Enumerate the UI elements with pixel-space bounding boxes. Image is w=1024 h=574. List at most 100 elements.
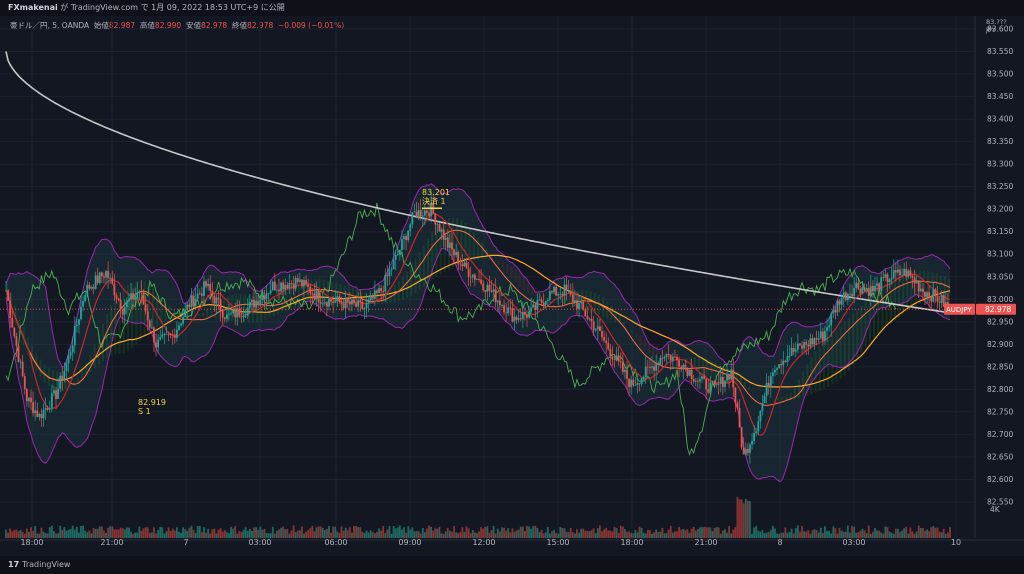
candle-body	[874, 285, 876, 292]
volume-bar	[313, 531, 316, 538]
candle-body	[871, 285, 874, 292]
volume-bar	[467, 528, 470, 538]
candle-body	[92, 286, 95, 289]
candle-body	[319, 301, 322, 304]
volume-bar	[446, 527, 449, 538]
volume-bar	[715, 526, 718, 538]
candle-body	[292, 283, 295, 289]
candle-body	[419, 210, 422, 217]
candle-body	[546, 299, 549, 301]
low-marker-label: S 1	[138, 407, 151, 416]
candle-body	[857, 282, 860, 289]
volume-bar	[721, 530, 724, 538]
candle-body	[576, 300, 578, 309]
candle-body	[5, 290, 7, 292]
candle-body	[574, 300, 576, 303]
candle-body	[601, 330, 603, 338]
volume-bar	[817, 532, 820, 538]
candle-body	[778, 364, 781, 369]
candle-body	[205, 281, 207, 287]
volume-bar	[140, 530, 143, 538]
tradingview-logo-icon[interactable]: 17	[8, 556, 19, 574]
candle-body	[480, 279, 483, 284]
volume-bar	[355, 525, 357, 538]
candle-body	[309, 286, 312, 294]
candle-body	[776, 368, 778, 370]
candle-body	[523, 311, 526, 315]
candle-body	[853, 288, 856, 296]
candle-body	[832, 310, 835, 314]
candle-body	[584, 309, 587, 317]
volume-bar	[786, 532, 789, 538]
candle-body	[471, 274, 474, 278]
candle-body	[869, 285, 872, 296]
volume-bar	[373, 533, 376, 538]
volume-bar	[699, 527, 701, 538]
candle-body	[561, 293, 564, 296]
volume-bar	[119, 527, 122, 538]
volume-bar	[609, 530, 612, 538]
candle-body	[103, 276, 105, 278]
volume-bar	[724, 529, 726, 538]
volume-bar	[211, 529, 214, 538]
time-axis[interactable]: 18:00 21:00 7 03:00 06:00 09:00 12:00 15:00 18:0…	[0, 538, 1024, 547]
candle-body	[182, 317, 185, 324]
candle-body	[469, 276, 472, 278]
candle-body	[849, 293, 851, 295]
price-tag-value: 82.978	[985, 305, 1011, 314]
volume-bar	[203, 527, 205, 538]
volume-bar	[440, 533, 443, 538]
volume-bar	[917, 525, 920, 538]
candle-body	[78, 319, 80, 325]
volume-bar	[944, 533, 947, 538]
candle-body	[34, 410, 37, 414]
candle-body	[515, 316, 518, 320]
candle-body	[790, 347, 793, 356]
volume-bar	[259, 526, 262, 538]
candle-body	[242, 315, 245, 318]
volume-bar	[603, 529, 605, 538]
volume-bar	[540, 529, 543, 538]
volume-bar	[601, 531, 603, 538]
volume-bar	[717, 527, 720, 538]
volume-bar	[551, 531, 553, 538]
volume-bar	[253, 527, 255, 538]
volume-bar	[378, 528, 380, 538]
candle-body	[200, 293, 203, 296]
candle-body	[765, 382, 768, 396]
candle-body	[784, 360, 787, 363]
candle-body	[563, 284, 566, 296]
candle-body	[228, 313, 230, 315]
volume-bar	[471, 530, 474, 538]
publisher-name[interactable]: FXmakenai	[8, 3, 58, 12]
price-chart[interactable]: 83.600 83.550 83.500 83.450 83.400 83.350 83.3…	[0, 16, 1024, 556]
volume-bar	[922, 528, 924, 538]
candle-body	[715, 383, 718, 385]
volume-bar	[613, 526, 616, 538]
candle-body	[284, 284, 287, 290]
volume-bar	[824, 526, 826, 538]
volume-bar	[165, 531, 168, 538]
candle-body	[328, 299, 330, 307]
volume-bar	[599, 525, 601, 538]
volume-bar	[250, 530, 253, 538]
candle-body	[211, 290, 214, 296]
volume-bar	[380, 530, 382, 538]
candle-body	[532, 304, 535, 308]
candle-body	[42, 409, 45, 419]
candle-body	[709, 382, 712, 393]
candle-body	[267, 293, 270, 294]
volume-bar	[434, 528, 437, 538]
volume-bar	[367, 532, 370, 538]
candle-body	[824, 330, 826, 341]
volume-bar	[17, 531, 20, 538]
candle-body	[440, 229, 443, 232]
volume-bar	[859, 530, 862, 538]
chart-area[interactable]: 83.600 83.550 83.500 83.450 83.400 83.350 83.3…	[0, 16, 1024, 556]
volume-bar	[332, 526, 335, 538]
price-axis[interactable]: 83.600 83.550 83.500 83.450 83.400 83.350 83.3…	[974, 16, 1013, 538]
candle-body	[194, 298, 197, 306]
footer-brand[interactable]: TradingView	[22, 560, 70, 569]
volume-bar	[73, 529, 76, 538]
volume-bar	[553, 529, 555, 538]
